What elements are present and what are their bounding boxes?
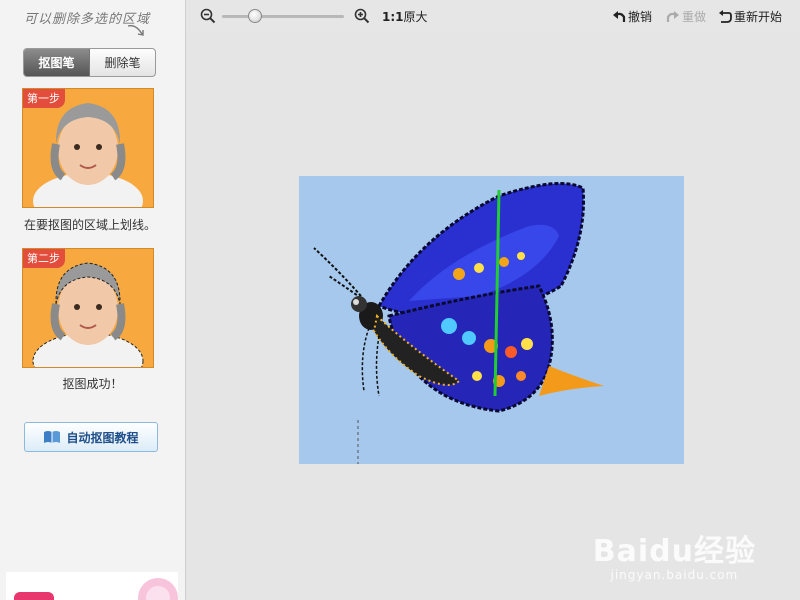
tutorial-button-label: 自动抠图教程	[66, 430, 139, 445]
step-one-image: 第一步	[22, 88, 154, 208]
actual-size-button[interactable]: 1:1原大	[382, 8, 428, 25]
watermark-main-text: Baidu经验	[592, 534, 756, 569]
cutout-app: 可以删除多选的区域 抠图笔 删除笔 第一步 在要抠图的区域上划线。 第二步 抠图…	[0, 0, 800, 600]
redo-label: 重做	[682, 10, 707, 24]
undo-label: 撤销	[628, 10, 653, 24]
left-panel: 可以删除多选的区域 抠图笔 删除笔 第一步 在要抠图的区域上划线。 第二步 抠图…	[0, 0, 186, 600]
zoom-ratio-label: 原大	[403, 10, 428, 24]
restart-button[interactable]: 重新开始	[718, 8, 782, 25]
pen-mode-toggle: 抠图笔 删除笔	[23, 48, 156, 77]
book-icon	[44, 431, 61, 443]
curved-arrow-icon	[127, 24, 144, 36]
watermark-sub-text: jingyan.baidu.com	[610, 568, 739, 582]
step-two-image: 第二步	[22, 248, 154, 368]
cutout-pen-button[interactable]: 抠图笔	[24, 49, 90, 76]
undo-button[interactable]: 撤销	[612, 8, 652, 25]
redo-button[interactable]: 重做	[666, 8, 706, 25]
restart-label: 重新开始	[734, 10, 783, 24]
zoom-out-icon[interactable]	[200, 8, 216, 24]
toolbar: 1:1原大 撤销 重做 重新开始	[186, 0, 800, 32]
baidu-jingyan-watermark: Baidu经验 jingyan.baidu.com	[593, 526, 756, 582]
bottom-banner	[6, 572, 178, 600]
redo-icon	[666, 10, 679, 22]
banner-graphic-icon	[6, 572, 178, 600]
restart-icon	[719, 9, 732, 23]
zoom-in-icon[interactable]	[354, 8, 370, 24]
delete-pen-button[interactable]: 删除笔	[90, 49, 155, 76]
step-two-badge: 第二步	[23, 249, 65, 268]
zoom-slider-handle[interactable]	[248, 9, 262, 23]
canvas-area[interactable]: Baidu经验 jingyan.baidu.com	[186, 32, 800, 600]
auto-cutout-tutorial-button[interactable]: 自动抠图教程	[24, 422, 158, 452]
step-one-caption: 在要抠图的区域上划线。	[24, 218, 157, 232]
zoom-slider[interactable]	[222, 9, 344, 23]
undo-icon	[613, 10, 626, 22]
editing-image[interactable]	[299, 176, 684, 464]
butterfly-image-icon	[299, 176, 684, 464]
step-one-badge: 第一步	[23, 89, 65, 108]
step-two-caption: 抠图成功！	[62, 377, 123, 391]
zoom-ratio: 1:1	[382, 10, 404, 24]
